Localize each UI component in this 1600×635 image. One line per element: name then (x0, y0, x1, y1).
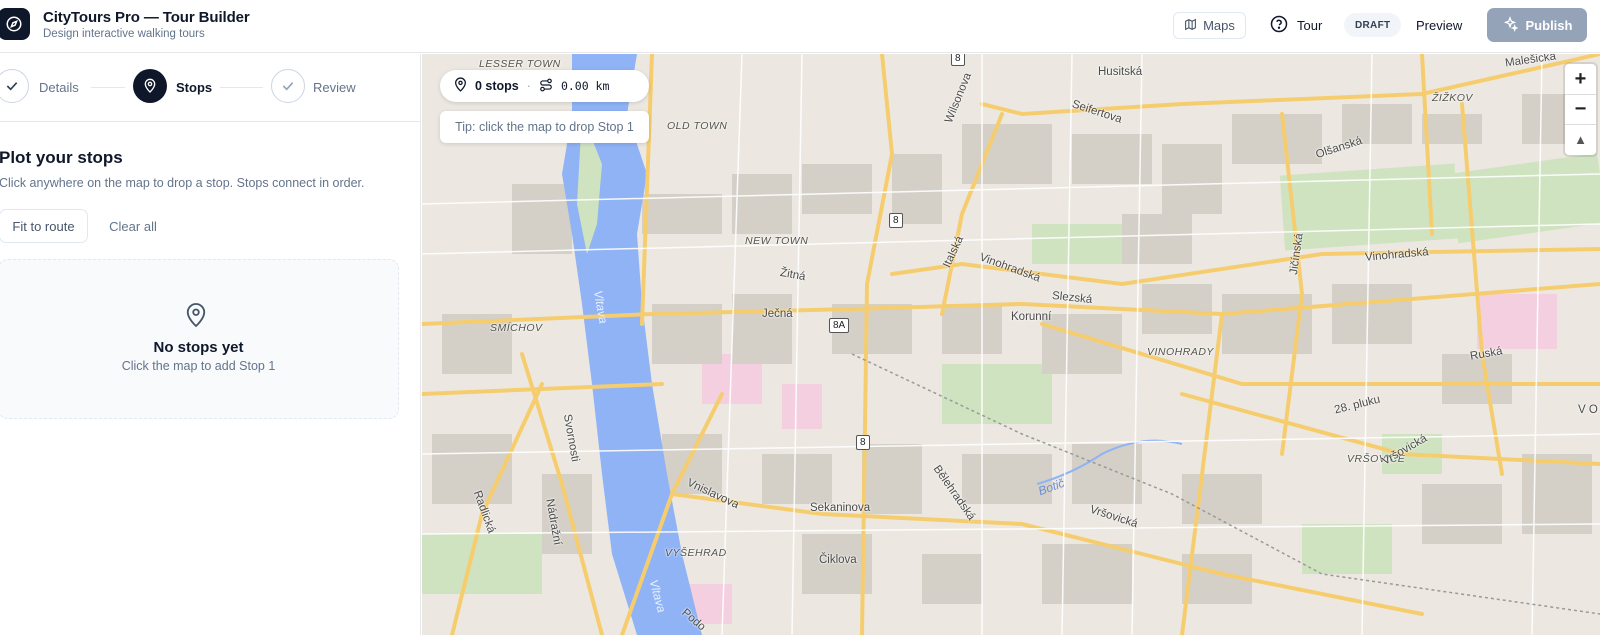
preview-button[interactable]: Preview (1416, 12, 1462, 39)
empty-subtitle: Click the map to add Stop 1 (121, 359, 276, 373)
map-label-district: VINOHRADY (1147, 346, 1214, 358)
zoom-in-button[interactable]: + (1565, 64, 1596, 94)
publish-label: Publish (1525, 17, 1573, 33)
app-title: CityTours Pro — Tour Builder (43, 9, 250, 26)
maps-label: Maps (1203, 18, 1235, 33)
map-label-district: NEW TOWN (745, 235, 809, 247)
step-divider (220, 87, 263, 88)
map-pin-icon (144, 78, 156, 93)
stops-count: 0 stops (475, 79, 519, 93)
empty-title: No stops yet (153, 339, 244, 356)
map-label-street: Sekaninova (810, 502, 871, 514)
map-label-street: Čiklova (819, 554, 857, 566)
map-label-street: Husitská (1098, 66, 1143, 78)
map-icon (1184, 18, 1197, 34)
map-canvas[interactable]: LESSER TOWN OLD TOWN NEW TOWN SMÍCHOV VI… (422, 54, 1600, 635)
maps-button[interactable]: Maps (1173, 12, 1246, 39)
sparkles-icon (1502, 15, 1519, 35)
step-stops-marker[interactable] (133, 69, 167, 103)
fit-to-route-button[interactable]: Fit to route (0, 209, 88, 243)
map-tip: Tip: click the map to drop Stop 1 (440, 111, 649, 143)
step-stops-label[interactable]: Stops (176, 80, 212, 95)
map-label-district: ŽIŽKOV (1432, 92, 1473, 104)
map-label-district: LESSER TOWN (479, 58, 561, 70)
step-details-label[interactable]: Details (39, 80, 79, 95)
step-review-label[interactable]: Review (313, 80, 356, 95)
check-icon (282, 82, 294, 91)
status-badge: DRAFT (1344, 13, 1402, 37)
map-label-street: V O (1578, 404, 1598, 416)
top-bar: CityTours Pro — Tour Builder Design inte… (0, 0, 1600, 53)
map-label-street: Ječná (762, 308, 793, 320)
section-description: Click anywhere on the map to drop a stop… (0, 176, 365, 190)
zoom-out-button[interactable]: − (1565, 94, 1596, 124)
empty-state: No stops yet Click the map to add Stop 1 (0, 259, 399, 419)
tour-label: Tour (1297, 18, 1323, 33)
map-label-street: Korunní (1011, 311, 1052, 323)
stepper: Details Stops Review (0, 54, 420, 122)
route-icon (539, 78, 553, 95)
stops-panel: Details Stops Review Plot your stops Cli… (0, 54, 421, 635)
app-subtitle: Design interactive walking tours (43, 28, 205, 40)
clear-all-button[interactable]: Clear all (100, 209, 166, 243)
road-shield: 8A (829, 318, 850, 333)
tour-help-button[interactable]: Tour (1266, 12, 1326, 39)
route-distance: 0.00 km (560, 79, 610, 93)
compass-logo-icon (0, 8, 30, 40)
map-pin-icon (185, 302, 207, 333)
map-pin-icon (454, 77, 467, 95)
road-shield: 8 (856, 435, 870, 450)
route-stats-pill: 0 stops · 0.00 km (440, 70, 649, 102)
help-circle-icon (1270, 15, 1288, 36)
publish-button[interactable]: Publish (1487, 8, 1587, 42)
check-icon (6, 82, 18, 91)
separator-dot: · (526, 79, 531, 93)
compass-reset-button[interactable]: ▲ (1565, 124, 1596, 154)
zoom-control: + − ▲ (1565, 64, 1596, 155)
road-shield: 8 (951, 54, 965, 66)
step-review-check[interactable] (271, 69, 305, 103)
map-label-district: SMÍCHOV (490, 322, 543, 334)
step-details-check[interactable] (0, 69, 29, 103)
road-shield: 8 (889, 213, 903, 228)
step-divider (91, 87, 125, 88)
map-label-district: OLD TOWN (667, 120, 728, 132)
section-title: Plot your stops (0, 148, 123, 167)
map-label-district: VYŠEHRAD (665, 547, 727, 559)
